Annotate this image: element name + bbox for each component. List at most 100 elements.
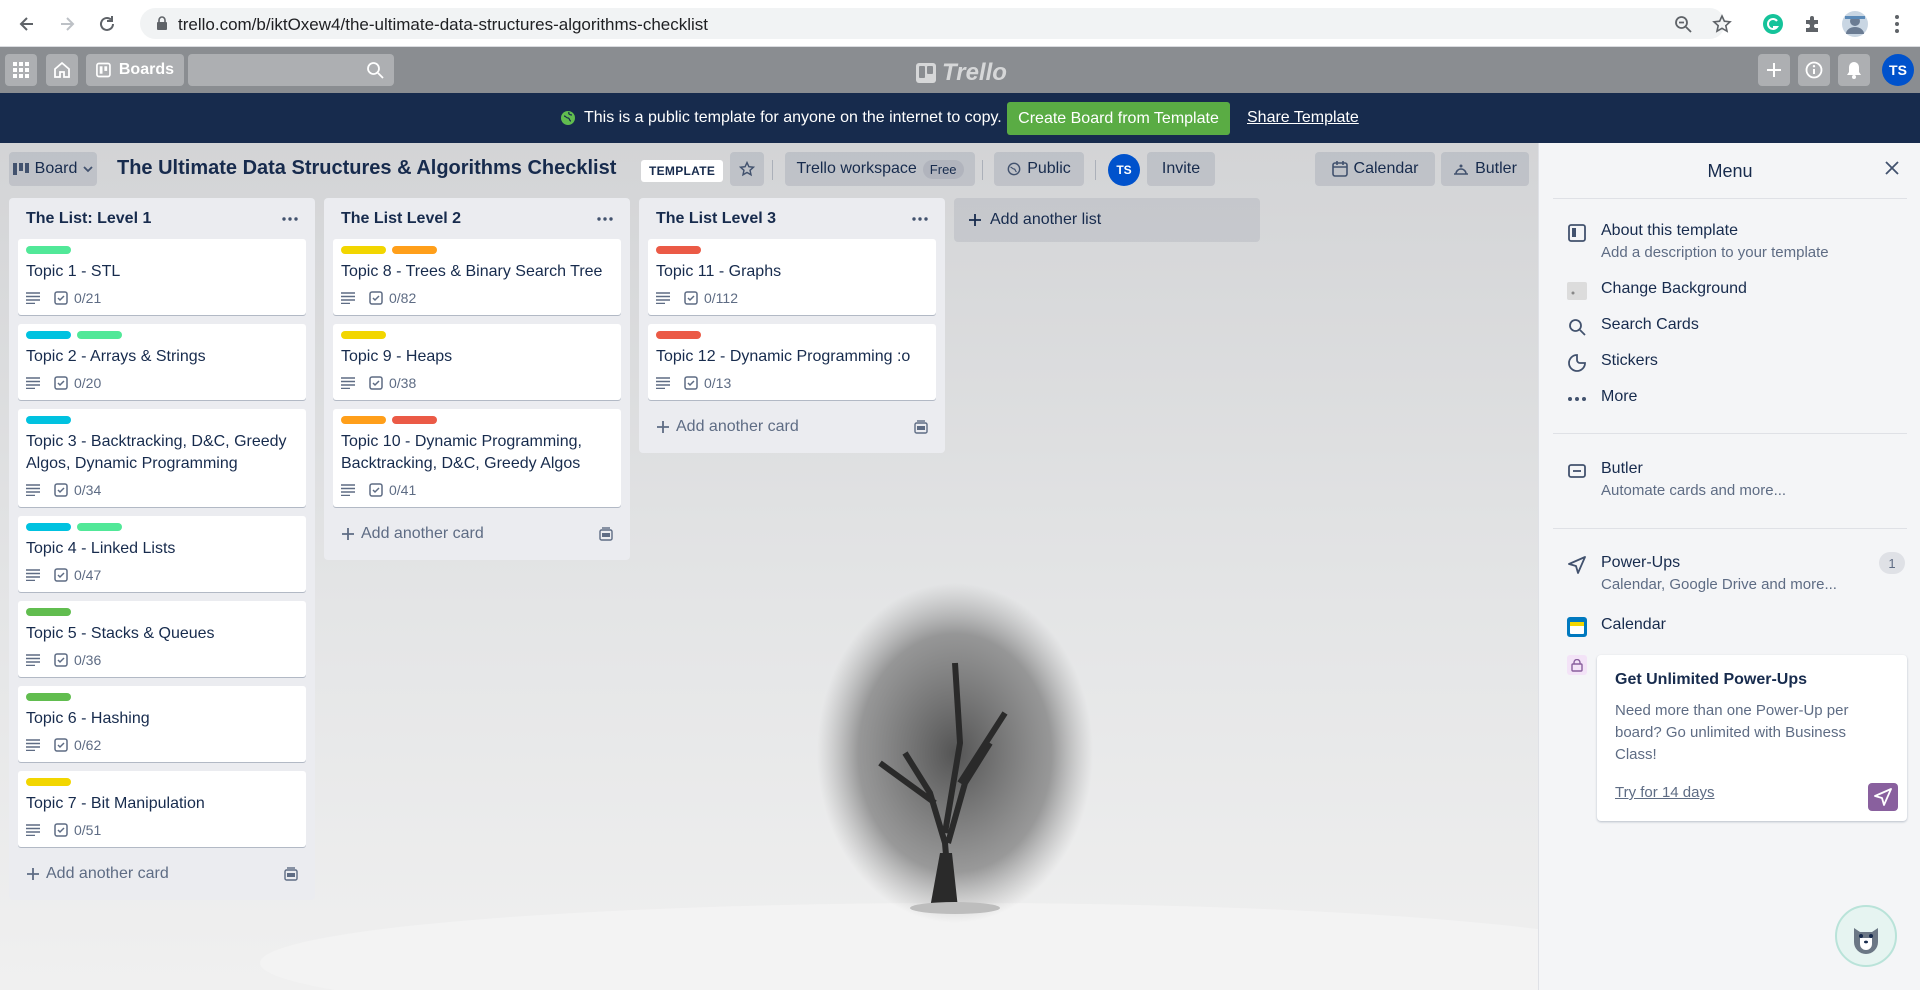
card-label-yellow[interactable] — [26, 778, 71, 786]
checklist-count: 0/41 — [389, 482, 417, 498]
card-label-orange[interactable] — [392, 246, 437, 254]
butler-button[interactable]: Butler — [1441, 152, 1529, 186]
profile-icon[interactable] — [1840, 9, 1870, 39]
create-board-from-template-button[interactable]: Create Board from Template — [1007, 102, 1230, 135]
card[interactable]: Topic 5 - Stacks & Queues 0/36 — [18, 601, 306, 677]
card-title: Topic 2 - Arrays & Strings — [26, 348, 206, 365]
calendar-powerup-button[interactable]: Calendar — [1315, 152, 1435, 186]
home-icon[interactable] — [46, 54, 78, 86]
card[interactable]: Topic 4 - Linked Lists 0/47 — [18, 516, 306, 592]
card-label-mint[interactable] — [77, 523, 122, 531]
list-menu-icon[interactable] — [282, 216, 298, 221]
card-label-red[interactable] — [656, 331, 701, 339]
card[interactable]: Topic 6 - Hashing 0/62 — [18, 686, 306, 762]
card[interactable]: Topic 2 - Arrays & Strings 0/20 — [18, 324, 306, 400]
change-background-item[interactable]: Change Background — [1567, 280, 1747, 301]
send-icon[interactable] — [1868, 783, 1898, 811]
powerups-item[interactable]: Power-Ups Calendar, Google Drive and mor… — [1567, 554, 1837, 593]
add-card-button[interactable]: Add another card — [648, 409, 936, 445]
invite-button[interactable]: Invite — [1147, 152, 1215, 186]
list-title[interactable]: The List Level 3 — [656, 210, 776, 228]
calendar-powerup-item[interactable]: Calendar — [1567, 616, 1666, 637]
description-icon — [26, 377, 40, 389]
card-label-mint[interactable] — [77, 331, 122, 339]
member-avatar[interactable]: TS — [1108, 154, 1140, 186]
try-for-14-days-link[interactable]: Try for 14 days — [1615, 784, 1714, 801]
card[interactable]: Topic 9 - Heaps 0/38 — [333, 324, 621, 400]
more-item[interactable]: More — [1567, 388, 1637, 409]
description-icon — [341, 484, 355, 496]
extensions-puzzle-icon[interactable] — [1800, 11, 1826, 37]
user-avatar[interactable]: TS — [1882, 54, 1914, 86]
board-view-switcher[interactable]: Board — [9, 152, 97, 186]
about-template-item[interactable]: About this template Add a description to… — [1567, 222, 1829, 261]
list-title[interactable]: The List Level 2 — [341, 210, 461, 228]
card[interactable]: Topic 7 - Bit Manipulation 0/51 — [18, 771, 306, 847]
card-label-sky[interactable] — [26, 523, 71, 531]
create-plus-icon[interactable] — [1758, 54, 1790, 86]
card-template-icon[interactable] — [914, 420, 928, 434]
husky-assistant-icon[interactable] — [1835, 905, 1897, 967]
card-label-yellow[interactable] — [341, 331, 386, 339]
search-cards-item[interactable]: Search Cards — [1567, 316, 1699, 337]
upsell-body: Need more than one Power-Up per board? G… — [1615, 702, 1849, 763]
list-menu-icon[interactable] — [597, 216, 613, 221]
boards-button[interactable]: Boards — [86, 54, 184, 86]
card[interactable]: Topic 10 - Dynamic Programming, Backtrac… — [333, 409, 621, 507]
card-labels — [341, 416, 613, 424]
checklist-icon — [54, 738, 68, 752]
checklist-badge: 0/20 — [54, 375, 101, 391]
card-template-icon[interactable] — [284, 867, 298, 881]
apps-grid-icon[interactable] — [5, 54, 37, 86]
card[interactable]: Topic 8 - Trees & Binary Search Tree 0/82 — [333, 239, 621, 315]
card[interactable]: Topic 11 - Graphs 0/112 — [648, 239, 936, 315]
search-icon — [367, 62, 384, 79]
header-search-input[interactable] — [188, 54, 394, 86]
card[interactable]: Topic 1 - STL 0/21 — [18, 239, 306, 315]
add-card-button[interactable]: Add another card — [333, 516, 621, 552]
forward-icon[interactable] — [54, 11, 80, 37]
card-template-icon[interactable] — [599, 527, 613, 541]
bookmark-star-icon[interactable] — [1712, 14, 1732, 34]
butler-menu-item[interactable]: Butler Automate cards and more... — [1567, 460, 1786, 499]
card-label-green[interactable] — [26, 693, 71, 701]
card-label-sky[interactable] — [26, 331, 71, 339]
checklist-badge: 0/41 — [369, 482, 416, 498]
checklist-badge: 0/51 — [54, 822, 101, 838]
card-label-red[interactable] — [392, 416, 437, 424]
workspace-button[interactable]: Trello workspace Free — [785, 152, 975, 186]
back-icon[interactable] — [14, 11, 40, 37]
divider — [1095, 160, 1096, 180]
grammarly-extension-icon[interactable] — [1760, 11, 1786, 37]
divider — [772, 160, 773, 180]
star-board-icon[interactable] — [730, 152, 764, 186]
browser-menu-icon[interactable] — [1884, 11, 1910, 37]
card-label-mint[interactable] — [26, 246, 71, 254]
list-menu-icon[interactable] — [912, 216, 928, 221]
zoom-icon[interactable] — [1674, 15, 1692, 33]
share-template-link[interactable]: Share Template — [1247, 109, 1359, 127]
list-title[interactable]: The List: Level 1 — [26, 210, 151, 228]
card-label-red[interactable] — [656, 246, 701, 254]
stickers-item[interactable]: Stickers — [1567, 352, 1658, 373]
trello-logo[interactable]: Trello — [916, 59, 1007, 87]
card-label-green[interactable] — [26, 608, 71, 616]
board-title[interactable]: The Ultimate Data Structures & Algorithm… — [117, 157, 616, 180]
notifications-bell-icon[interactable] — [1838, 54, 1870, 86]
info-icon[interactable] — [1798, 54, 1830, 86]
card[interactable]: Topic 3 - Backtracking, D&C, Greedy Algo… — [18, 409, 306, 507]
lock-icon[interactable] — [156, 16, 168, 31]
card-label-sky[interactable] — [26, 416, 71, 424]
address-bar[interactable]: trello.com/b/iktOxew4/the-ultimate-data-… — [140, 8, 1732, 39]
add-card-button[interactable]: Add another card — [18, 856, 306, 892]
checklist-badge: 0/112 — [684, 290, 738, 306]
card-label-yellow[interactable] — [341, 246, 386, 254]
close-icon[interactable] — [1884, 160, 1900, 176]
card-label-orange[interactable] — [341, 416, 386, 424]
banner-text: This is a public template for anyone on … — [584, 109, 1002, 126]
description-icon — [26, 654, 40, 666]
card[interactable]: Topic 12 - Dynamic Programming :o 0/13 — [648, 324, 936, 400]
visibility-button[interactable]: Public — [994, 152, 1084, 186]
add-list-button[interactable]: Add another list — [954, 198, 1260, 242]
reload-icon[interactable] — [94, 11, 120, 37]
